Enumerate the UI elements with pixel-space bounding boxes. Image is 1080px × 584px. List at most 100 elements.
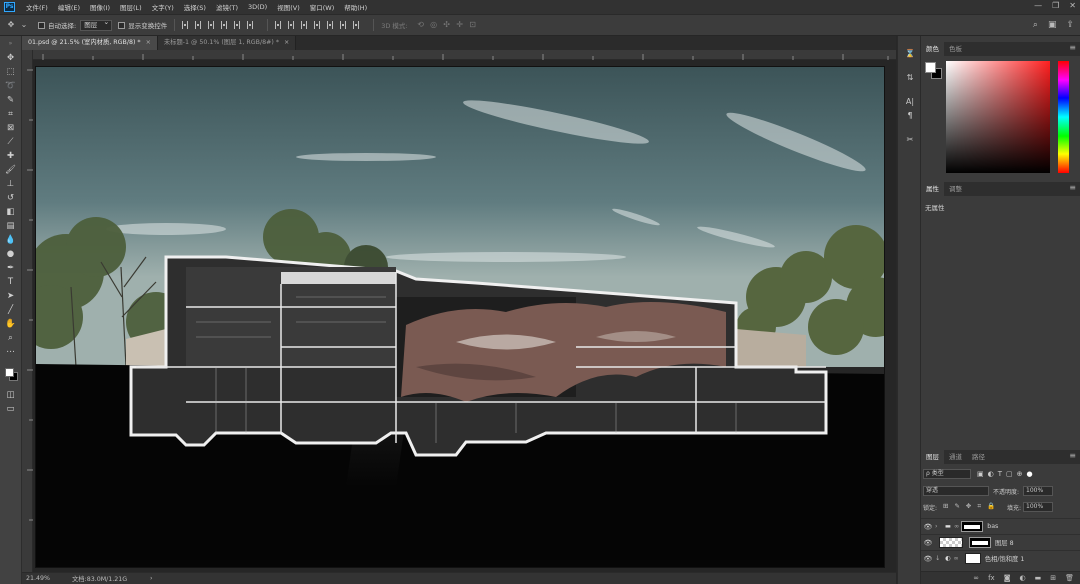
3d-roll-icon[interactable]: ◎ [429, 20, 439, 30]
zoom-tool-icon[interactable]: ⌕ [4, 333, 17, 344]
new-adjustment-icon[interactable]: ◐ [1020, 574, 1026, 582]
add-mask-icon[interactable]: ◙ [1004, 574, 1011, 582]
align-top-icon[interactable] [182, 21, 189, 29]
gradient-tool-icon[interactable]: ▤ [4, 221, 17, 232]
new-layer-icon[interactable]: ⊞ [1050, 574, 1056, 582]
character-panel-icon[interactable]: A| [904, 96, 916, 107]
filter-pixel-icon[interactable]: ▣ [977, 470, 984, 478]
visibility-eye-icon[interactable]: 👁 [921, 555, 935, 563]
foreground-color-swatch[interactable] [5, 368, 14, 377]
delete-layer-icon[interactable]: 🗑 [1065, 574, 1074, 582]
tab-color[interactable]: 颜色 [921, 42, 944, 56]
layer-style-icon[interactable]: fx [988, 574, 995, 582]
3d-orbit-icon[interactable]: ⟲ [416, 20, 426, 30]
layer-mask-thumbnail[interactable] [961, 521, 984, 532]
menu-3d[interactable]: 3D(D) [243, 3, 272, 11]
more-tools-icon[interactable]: ⋯ [4, 347, 17, 358]
distribute-vcenter-icon[interactable] [288, 21, 295, 29]
color-picker-field[interactable] [946, 61, 1050, 173]
move-tool-icon[interactable]: ✥ [6, 20, 16, 30]
brush-tool-icon[interactable]: 🖌 [4, 165, 17, 176]
menu-filter[interactable]: 滤镜(T) [211, 2, 243, 12]
marquee-tool-icon[interactable]: ⬚ [4, 67, 17, 78]
crop-tool-icon[interactable]: ⌗ [4, 109, 17, 120]
filter-toggle-icon[interactable]: ● [1027, 470, 1033, 478]
layer-row-layer8[interactable]: 👁 图层 8 [921, 534, 1080, 550]
hue-slider[interactable] [1058, 61, 1069, 173]
filter-type-icon[interactable]: T [998, 470, 1002, 478]
healing-tool-icon[interactable]: ✚ [4, 151, 17, 162]
lasso-tool-icon[interactable]: ➰ [4, 81, 17, 92]
menu-image[interactable]: 图像(I) [85, 2, 115, 12]
tool-preset-dropdown-icon[interactable]: ⌄ [19, 20, 29, 30]
auto-select-dropdown[interactable]: 图层 [80, 18, 113, 31]
move-tool-icon[interactable]: ✥ [4, 53, 17, 64]
tool-presets-icon[interactable]: ✂ [904, 134, 916, 145]
path-select-tool-icon[interactable]: ➤ [4, 291, 17, 302]
close-tab-icon[interactable]: × [284, 39, 289, 46]
layer-filter-kind[interactable]: ρ 类型 [923, 469, 971, 479]
blur-tool-icon[interactable]: 💧 [4, 235, 17, 246]
filter-smart-icon[interactable]: ⊕ [1017, 470, 1023, 478]
link-layers-icon[interactable]: ∞ [973, 574, 979, 582]
status-menu-arrow[interactable]: › [150, 575, 153, 582]
3d-pan-icon[interactable]: ✣ [442, 20, 452, 30]
menu-select[interactable]: 选择(S) [179, 2, 211, 12]
panel-menu-icon[interactable]: ≡ [1069, 43, 1076, 52]
menu-type[interactable]: 文字(Y) [147, 2, 179, 12]
foreground-color[interactable] [925, 62, 936, 73]
visibility-eye-icon[interactable]: 👁 [921, 539, 935, 547]
dodge-tool-icon[interactable]: ● [4, 249, 17, 260]
group-expand-icon[interactable]: › [935, 523, 945, 530]
eraser-tool-icon[interactable]: ◧ [4, 207, 17, 218]
share-icon[interactable]: ⇪ [1066, 20, 1074, 30]
distribute-right-icon[interactable] [340, 21, 347, 29]
menu-edit[interactable]: 编辑(E) [53, 2, 85, 12]
menu-layer[interactable]: 图层(L) [115, 2, 147, 12]
distribute-hcenter-icon[interactable] [327, 21, 334, 29]
eyedropper-tool-icon[interactable]: ⟋ [4, 137, 17, 148]
toolbar-collapse-icon[interactable]: » [4, 38, 17, 49]
frame-tool-icon[interactable]: ⊠ [4, 123, 17, 134]
quick-mask-icon[interactable]: ◫ [4, 390, 17, 401]
hand-tool-icon[interactable]: ✋ [4, 319, 17, 330]
history-panel-icon[interactable]: ⌛ [904, 48, 916, 59]
menu-view[interactable]: 视图(V) [272, 2, 305, 12]
layer-row-bas[interactable]: 👁 › ▬ ∞ bas [921, 518, 1080, 534]
close-window-button[interactable]: ✕ [1069, 1, 1076, 10]
screen-mode-icon[interactable]: ▭ [4, 404, 17, 415]
layer-mask-thumbnail[interactable] [969, 537, 991, 548]
lock-artboard-icon[interactable]: ⌗ [977, 502, 981, 511]
lock-all-icon[interactable]: 🔒 [987, 502, 995, 511]
blend-mode-dropdown[interactable]: 穿透 [923, 486, 989, 496]
vertical-ruler[interactable] [22, 50, 33, 572]
lock-position-icon[interactable]: ✥ [966, 502, 971, 511]
tab-document-01[interactable]: 01.psd @ 21.5% (室内材质, RGB/8) * × [22, 36, 158, 50]
align-left-icon[interactable] [221, 21, 228, 29]
minimize-button[interactable]: — [1034, 1, 1042, 10]
menu-help[interactable]: 帮助(H) [339, 2, 372, 12]
quick-select-tool-icon[interactable]: ✎ [4, 95, 17, 106]
tab-channels[interactable]: 通道 [944, 450, 967, 464]
distribute-top-icon[interactable] [275, 21, 282, 29]
filter-adjustment-icon[interactable]: ◐ [988, 470, 994, 478]
paragraph-panel-icon[interactable]: ¶ [904, 110, 916, 121]
align-vcenter-icon[interactable] [195, 21, 202, 29]
search-icon[interactable]: ⌕ [1033, 20, 1038, 30]
auto-align-icon[interactable] [353, 21, 360, 29]
tab-adjustments[interactable]: 调整 [944, 182, 967, 196]
tab-document-untitled[interactable]: 未标题-1 @ 50.1% (图层 1, RGB/8#) * × [157, 36, 297, 50]
restore-button[interactable]: ❐ [1052, 1, 1059, 10]
zoom-level[interactable]: 21.49% [26, 575, 68, 582]
history-brush-tool-icon[interactable]: ↺ [4, 193, 17, 204]
adjustment-mask-thumbnail[interactable] [964, 553, 981, 564]
stamp-tool-icon[interactable]: ⊥ [4, 179, 17, 190]
lock-pixels-icon[interactable]: ✎ [954, 502, 959, 511]
filter-shape-icon[interactable]: ▢ [1006, 470, 1013, 478]
close-tab-icon[interactable]: × [146, 39, 151, 46]
lock-transparent-icon[interactable]: ⊞ [943, 502, 948, 511]
new-group-icon[interactable]: ▬ [1035, 574, 1042, 582]
horizontal-ruler[interactable] [33, 50, 896, 60]
tab-paths[interactable]: 路径 [967, 450, 990, 464]
fill-input[interactable]: 100% [1023, 502, 1053, 512]
